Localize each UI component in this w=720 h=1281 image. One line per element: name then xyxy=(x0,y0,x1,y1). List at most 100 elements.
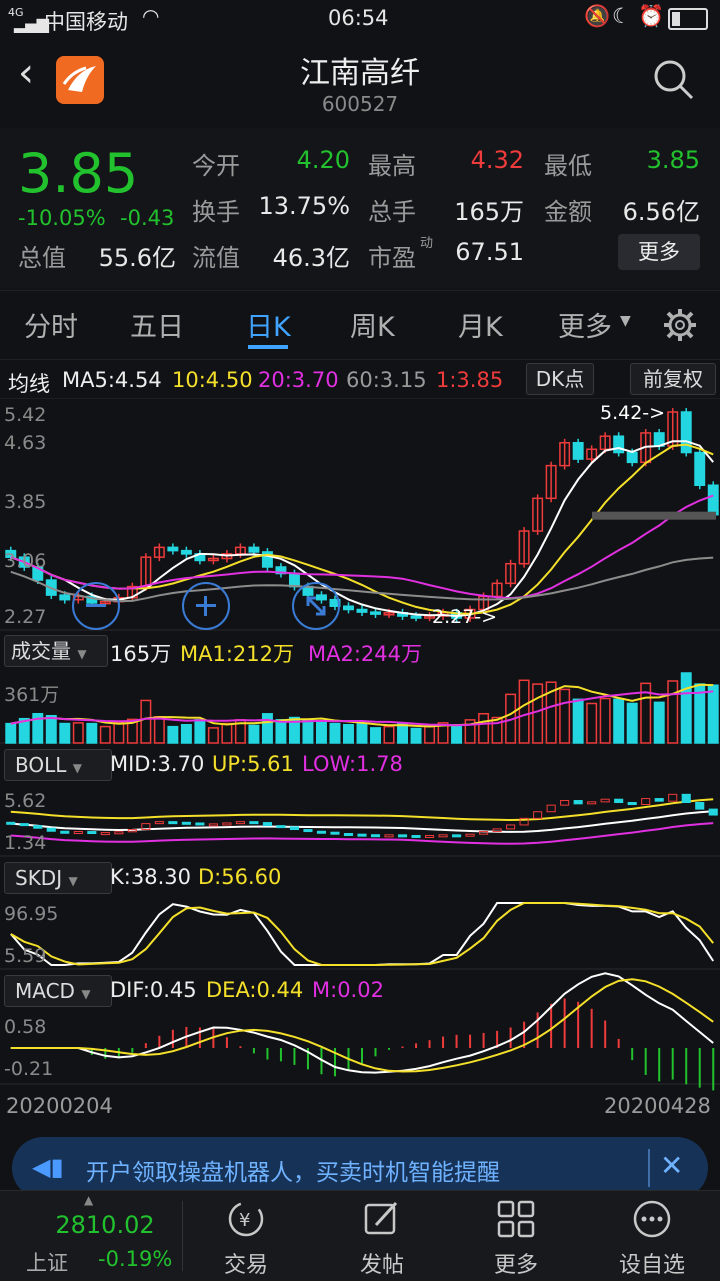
volume-bar xyxy=(194,719,206,744)
kline-axis-label: 3.85 xyxy=(4,491,47,513)
field-label: 金额 xyxy=(544,198,592,226)
boll-title: BOLL xyxy=(15,753,67,777)
boll-candle xyxy=(573,800,583,805)
turnover-value: 13.75% xyxy=(258,192,350,220)
change-amount: -0.43 xyxy=(120,206,175,230)
boll-candle xyxy=(289,826,300,831)
fullscreen-button[interactable] xyxy=(292,582,340,630)
volume-bar xyxy=(680,672,692,744)
macd-dea: DEA:0.44 xyxy=(206,978,304,1002)
skdj-axis-label: 5.59 xyxy=(4,945,47,967)
chevron-down-icon: ▼ xyxy=(77,647,87,661)
candle-body xyxy=(356,608,368,613)
index-change: -0.19% xyxy=(98,1247,173,1271)
boll-candle xyxy=(668,793,678,802)
boll-axis-label: 1.34 xyxy=(4,832,47,854)
boll-candle xyxy=(276,825,286,829)
boll-candle xyxy=(452,834,462,838)
candle-body xyxy=(613,435,625,454)
nav-more[interactable]: 更多 xyxy=(456,1191,576,1281)
dk-button[interactable]: DK点 xyxy=(526,363,594,395)
volume-bar xyxy=(478,712,490,744)
index-name: 上证 xyxy=(26,1251,68,1275)
active-tab-indicator xyxy=(248,345,288,349)
candle-body xyxy=(410,615,422,619)
volume-ma1: MA1:212万 xyxy=(180,642,295,666)
field-label: 总手 xyxy=(368,198,416,226)
volume-bar xyxy=(5,722,17,744)
ma10-value: 10:4.50 xyxy=(172,368,253,392)
volume-bar xyxy=(248,724,260,744)
battery-icon xyxy=(668,8,708,30)
volume-selector[interactable]: 成交量 ▼ xyxy=(4,635,108,667)
boll-candle xyxy=(384,834,394,838)
volume-bar xyxy=(59,722,71,744)
adjust-button[interactable]: 前复权 xyxy=(630,363,716,395)
plus-icon xyxy=(204,596,207,616)
volume-bar xyxy=(343,724,354,744)
nav-post[interactable]: 发帖 xyxy=(322,1191,442,1281)
volume-bar xyxy=(302,719,314,744)
boll-mid: MID:3.70 xyxy=(110,752,205,776)
volume-bar xyxy=(72,722,84,744)
candle-body xyxy=(626,451,638,464)
ma-title: 均线 xyxy=(8,372,50,396)
volume-bar xyxy=(559,688,571,744)
more-button[interactable]: 更多 xyxy=(618,234,700,270)
last-price: 3.85 xyxy=(18,142,139,205)
nav-more-label: 更多 xyxy=(493,1253,538,1278)
expand-icon xyxy=(306,596,326,616)
chevron-down-icon[interactable]: ▼ xyxy=(620,313,631,329)
volume-bar xyxy=(45,714,57,744)
boll-candle xyxy=(492,828,502,833)
boll-candle xyxy=(641,798,651,805)
tab-weekly-k[interactable]: 周K xyxy=(350,305,395,344)
banner-text: 开户领取操盘机器人，买卖时机智能提醒 xyxy=(86,1160,500,1186)
boll-candle xyxy=(235,821,245,825)
candle-body xyxy=(167,546,179,552)
boll-candle xyxy=(357,833,367,837)
edit-icon xyxy=(364,1201,398,1235)
boll-selector[interactable]: BOLL ▼ xyxy=(4,749,112,781)
volume-bar xyxy=(315,720,327,744)
volume-bar xyxy=(329,722,341,744)
quote-panel: 3.85 -10.05% -0.43 今开 4.20 最高 4.32 最低 3.… xyxy=(0,128,720,288)
tab-five-day[interactable]: 五日 xyxy=(130,305,184,344)
stock-code: 600527 xyxy=(321,92,399,116)
settings-gear-icon[interactable] xyxy=(662,307,698,347)
tab-daily-k[interactable]: 日K xyxy=(246,305,291,344)
yen-cycle-icon: ¥ xyxy=(228,1201,264,1237)
boll-candle xyxy=(708,808,718,816)
close-icon[interactable]: ✕ xyxy=(660,1149,683,1182)
boll-candle xyxy=(222,822,232,826)
macd-selector[interactable]: MACD ▼ xyxy=(4,975,112,1007)
kline-axis-label: 4.63 xyxy=(4,432,47,454)
tab-more[interactable]: 更多 xyxy=(558,305,612,344)
chevron-down-icon: ▼ xyxy=(72,761,82,775)
macd-axis-label: -0.21 xyxy=(4,1058,54,1080)
signal-icon: ▂▄▆ xyxy=(14,14,49,33)
boll-candle xyxy=(424,834,435,838)
pe-value: 67.51 xyxy=(455,238,524,266)
search-icon[interactable] xyxy=(652,58,694,100)
open-value: 4.20 xyxy=(296,146,350,174)
tab-intraday[interactable]: 分时 xyxy=(24,305,78,344)
candle-body xyxy=(707,484,719,516)
volume-bar xyxy=(261,713,273,744)
zoom-in-button[interactable] xyxy=(182,582,230,630)
zoom-out-button[interactable] xyxy=(72,582,120,630)
bottom-nav: ▲ 2810.02 上证 -0.19% ¥ 交易 发帖 更多 设自选 xyxy=(0,1190,720,1281)
skdj-selector[interactable]: SKDJ ▼ xyxy=(4,862,112,894)
app-header: ‹ 江南高纤 600527 xyxy=(0,38,720,128)
nav-trade[interactable]: ¥ 交易 xyxy=(186,1191,306,1281)
change-percent: -10.05% xyxy=(18,206,106,230)
boll-candle xyxy=(195,822,205,826)
index-ticker[interactable]: ▲ 2810.02 上证 -0.19% xyxy=(26,1191,180,1281)
macd-dif: DIF:0.45 xyxy=(110,978,197,1002)
skdj-axis-label: 96.95 xyxy=(4,903,59,925)
boll-candle xyxy=(343,833,354,837)
nav-add-watchlist[interactable]: 设自选 xyxy=(592,1191,712,1281)
boll-up-line xyxy=(10,798,714,822)
tab-monthly-k[interactable]: 月K xyxy=(458,305,503,344)
price-band xyxy=(592,511,716,520)
